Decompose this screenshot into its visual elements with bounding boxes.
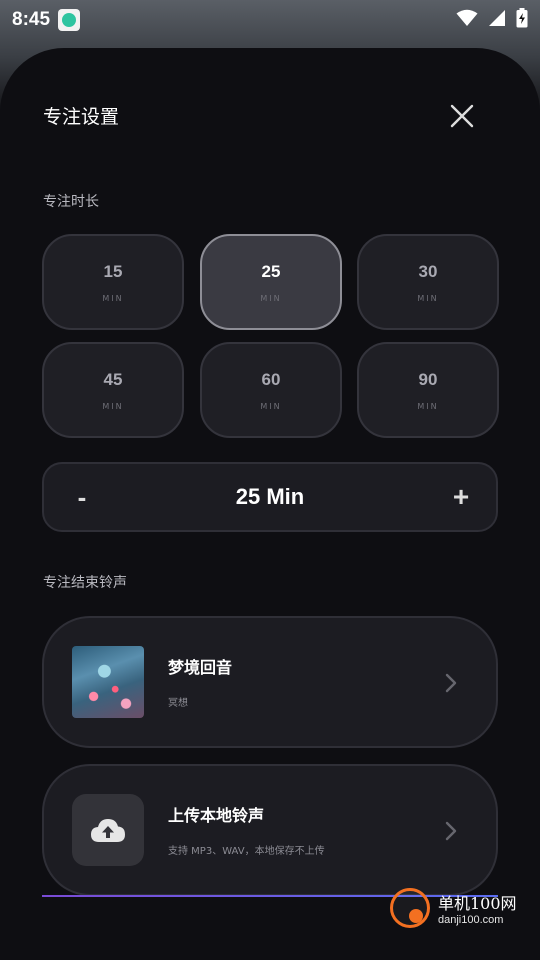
app-notification-icon [58, 9, 81, 31]
duration-option-90[interactable]: 90 MIN [357, 342, 499, 438]
watermark: 单机100网 danji100.com [390, 868, 540, 948]
duration-option-30[interactable]: 30 MIN [357, 234, 499, 330]
wifi-icon [456, 9, 478, 31]
battery-charging-icon [516, 8, 528, 32]
duration-option-45[interactable]: 45 MIN [42, 342, 184, 438]
duration-value: 90 [418, 369, 438, 389]
duration-unit: MIN [102, 401, 124, 411]
watermark-logo-icon [390, 888, 430, 928]
duration-value: 25 [261, 261, 281, 281]
status-bar: 8:45 [0, 0, 540, 40]
current-sound-card[interactable]: 梦境回音 冥想 [42, 616, 498, 748]
duration-value: 15 [103, 261, 123, 281]
sound-section-label: 专注结束铃声 [43, 575, 127, 591]
sound-cover-image [72, 646, 144, 718]
chevron-right-icon [445, 673, 457, 693]
status-time: 8:45 [12, 9, 51, 30]
sound-subtitle: 冥想 [168, 698, 188, 709]
cloud-upload-icon [91, 819, 125, 842]
duration-value: 30 [418, 261, 438, 281]
duration-value: 45 [103, 369, 123, 389]
duration-unit: MIN [102, 293, 124, 303]
duration-section-label: 专注时长 [43, 194, 99, 210]
decrease-button[interactable]: - [72, 482, 92, 512]
duration-unit: MIN [417, 401, 439, 411]
duration-unit: MIN [260, 401, 282, 411]
duration-unit: MIN [260, 293, 282, 303]
upload-icon-box [72, 794, 144, 866]
close-icon [450, 104, 474, 128]
close-button[interactable] [446, 100, 478, 132]
upload-subtitle: 支持 MP3、WAV，本地保存不上传 [168, 846, 325, 857]
increase-button[interactable]: + [450, 481, 472, 512]
duration-option-25[interactable]: 25 MIN [200, 234, 342, 330]
focus-settings-sheet: 专注设置 专注时长 15 MIN 25 MIN 30 MIN 45 MIN 60… [0, 48, 540, 960]
chevron-right-icon [445, 821, 457, 841]
status-icons [456, 8, 528, 32]
duration-unit: MIN [417, 293, 439, 303]
upload-title: 上传本地铃声 [168, 806, 265, 825]
watermark-name: 单机100网 [438, 894, 517, 913]
duration-value-display: 25 Min [235, 484, 305, 509]
duration-stepper: - 25 Min + [42, 462, 498, 532]
duration-option-60[interactable]: 60 MIN [200, 342, 342, 438]
sheet-title: 专注设置 [43, 106, 120, 128]
duration-value: 60 [261, 369, 281, 389]
watermark-url: danji100.com [438, 914, 504, 926]
signal-icon [488, 9, 506, 31]
sound-title: 梦境回音 [168, 658, 233, 677]
duration-option-15[interactable]: 15 MIN [42, 234, 184, 330]
